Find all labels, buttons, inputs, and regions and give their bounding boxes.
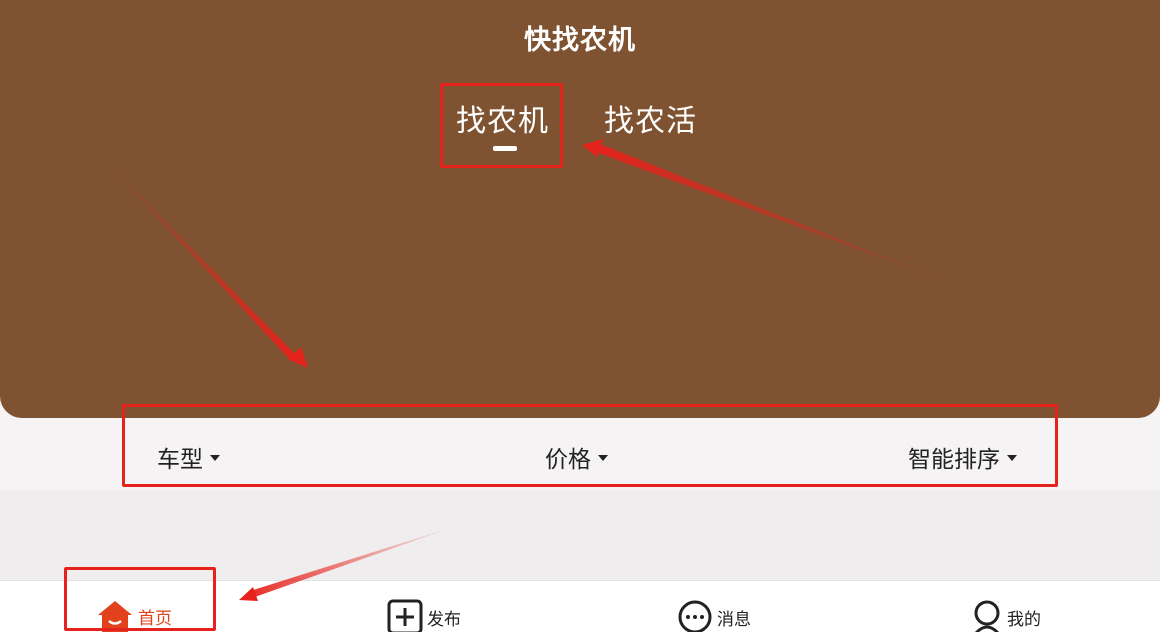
user-icon — [974, 600, 1000, 632]
nav-messages-label: 消息 — [717, 609, 751, 630]
nav-messages[interactable]: 消息 — [677, 599, 751, 632]
nav-profile-label: 我的 — [1007, 609, 1041, 630]
nav-publish-label: 发布 — [427, 609, 461, 630]
nav-profile[interactable]: 我的 — [971, 599, 1041, 632]
plus-square-icon — [387, 599, 423, 632]
nav-publish[interactable]: 发布 — [387, 599, 461, 632]
page-title: 快找农机 — [524, 25, 636, 56]
annotation-box-filters — [122, 404, 1058, 487]
header: 快找农机 找农机 找农活 — [0, 0, 1160, 418]
annotation-box-tabs — [440, 83, 563, 168]
chat-bubble-icon — [678, 600, 712, 632]
tab-find-farm-work[interactable]: 找农活 — [604, 96, 697, 140]
annotation-box-home — [64, 567, 216, 631]
